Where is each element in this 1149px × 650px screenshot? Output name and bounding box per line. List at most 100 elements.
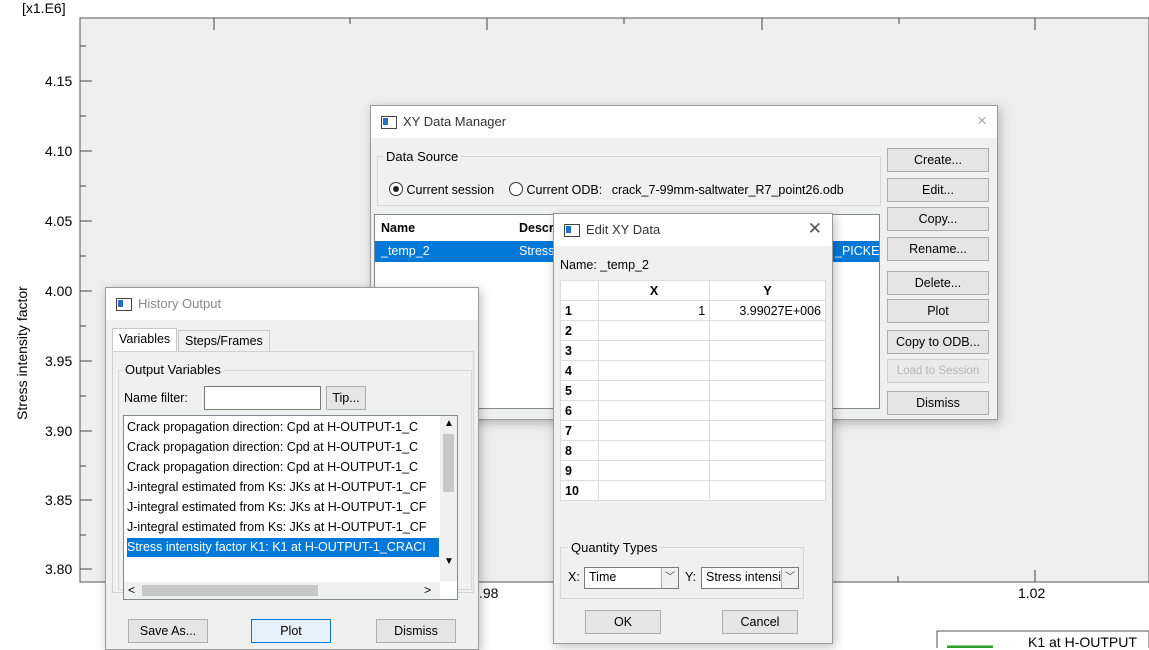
rename-button[interactable]: Rename... xyxy=(887,237,989,261)
list-item-selected[interactable]: Stress intensity factor K1: K1 at H-OUTP… xyxy=(127,538,439,557)
row-name: _temp_2 xyxy=(381,244,430,258)
edit-xy-data-titlebar[interactable]: Edit XY Data ✕ xyxy=(554,214,832,246)
app-window-icon xyxy=(381,116,397,129)
vertical-scrollbar[interactable]: ▲ ▼ xyxy=(440,416,457,581)
table-row[interactable]: 6 xyxy=(560,400,826,421)
x-cell[interactable] xyxy=(597,440,711,461)
x-cell[interactable] xyxy=(597,400,711,421)
scroll-right-icon[interactable]: > xyxy=(424,583,431,597)
table-row[interactable]: 2 xyxy=(560,320,826,341)
list-item[interactable]: J-integral estimated from Ks: JKs at H-O… xyxy=(127,518,439,537)
x-cell[interactable] xyxy=(597,380,711,401)
x-type-select[interactable]: Time ﹀ xyxy=(584,567,679,589)
tip-button[interactable]: Tip... xyxy=(326,386,366,410)
scroll-up-icon[interactable]: ▲ xyxy=(444,418,454,429)
row-header[interactable]: 10 xyxy=(560,480,599,501)
table-row[interactable]: 8 xyxy=(560,440,826,461)
dismiss-button[interactable]: Dismiss xyxy=(376,619,456,643)
delete-button[interactable]: Delete... xyxy=(887,271,989,295)
y-type-select[interactable]: Stress intensi ﹀ xyxy=(701,567,799,589)
y-cell[interactable] xyxy=(709,420,826,441)
column-header-y[interactable]: Y xyxy=(709,280,826,301)
table-row[interactable]: 9 xyxy=(560,460,826,481)
table-row[interactable]: 10 xyxy=(560,480,826,501)
tab-variables[interactable]: Variables xyxy=(112,328,178,352)
y-cell[interactable] xyxy=(709,440,826,461)
app-window-icon xyxy=(564,224,580,237)
xy-data-table[interactable]: X Y 1 1 3.99027E+006 2 3 4 5 6 7 8 9 10 xyxy=(560,280,826,501)
x-cell[interactable] xyxy=(597,420,711,441)
dismiss-button[interactable]: Dismiss xyxy=(887,391,989,415)
list-item[interactable]: Crack propagation direction: Cpd at H-OU… xyxy=(127,438,439,457)
y-cell[interactable] xyxy=(709,340,826,361)
close-icon[interactable]: ✕ xyxy=(808,219,822,239)
chevron-down-icon[interactable]: ﹀ xyxy=(781,568,798,588)
row-header[interactable]: 8 xyxy=(560,440,599,461)
chevron-down-icon[interactable]: ﹀ xyxy=(661,568,678,588)
table-row[interactable]: 3 xyxy=(560,340,826,361)
x-cell[interactable] xyxy=(597,340,711,361)
copy-to-odb-button[interactable]: Copy to ODB... xyxy=(887,330,989,354)
row-header[interactable]: 3 xyxy=(560,340,599,361)
y-type-value: Stress intensi xyxy=(706,570,782,584)
x-tick-label: 1.02 xyxy=(1018,585,1045,601)
ok-button[interactable]: OK xyxy=(585,610,661,634)
y-cell[interactable] xyxy=(709,320,826,341)
xy-data-manager-titlebar[interactable]: XY Data Manager × xyxy=(371,106,997,138)
scroll-left-icon[interactable]: < xyxy=(128,583,135,597)
table-row[interactable]: 5 xyxy=(560,380,826,401)
row-header[interactable]: 4 xyxy=(560,360,599,381)
table-row[interactable]: 4 xyxy=(560,360,826,381)
y-cell[interactable] xyxy=(709,380,826,401)
x-cell[interactable] xyxy=(597,480,711,501)
history-output-titlebar[interactable]: History Output xyxy=(106,288,478,320)
table-row[interactable]: 1 1 3.99027E+006 xyxy=(560,300,826,321)
row-header[interactable]: 1 xyxy=(560,300,599,321)
list-item[interactable]: Crack propagation direction: Cpd at H-OU… xyxy=(127,418,439,437)
radio-current-odb[interactable]: Current ODB: crack_7-99mm-saltwater_R7_p… xyxy=(509,182,844,197)
radio-label: Current ODB: xyxy=(526,183,603,197)
y-tick-label: 3.85 xyxy=(45,492,72,508)
scrollbar-thumb[interactable] xyxy=(443,434,454,492)
copy-button[interactable]: Copy... xyxy=(887,207,989,231)
quantity-types-label: Quantity Types xyxy=(568,540,661,555)
y-cell[interactable] xyxy=(709,460,826,481)
x-cell[interactable] xyxy=(597,360,711,381)
radio-label: Current session xyxy=(406,183,495,197)
column-header-name[interactable]: Name xyxy=(381,221,415,235)
x-cell[interactable]: 1 xyxy=(597,300,711,321)
scroll-down-icon[interactable]: ▼ xyxy=(444,556,454,567)
table-row[interactable]: 7 xyxy=(560,420,826,441)
column-header-x[interactable]: X xyxy=(597,280,711,301)
list-item[interactable]: J-integral estimated from Ks: JKs at H-O… xyxy=(127,478,439,497)
radio-current-session[interactable]: Current session xyxy=(389,182,494,197)
row-header[interactable]: 6 xyxy=(560,400,599,421)
create-button[interactable]: Create... xyxy=(887,148,989,172)
y-cell[interactable] xyxy=(709,360,826,381)
horizontal-scrollbar[interactable]: < > xyxy=(124,582,440,599)
row-header[interactable]: 2 xyxy=(560,320,599,341)
row-header[interactable]: 5 xyxy=(560,380,599,401)
list-item[interactable]: Crack propagation direction: Cpd at H-OU… xyxy=(127,458,439,477)
edit-button[interactable]: Edit... xyxy=(887,178,989,202)
scrollbar-thumb[interactable] xyxy=(142,585,318,596)
y-cell[interactable] xyxy=(709,480,826,501)
y-cell[interactable] xyxy=(709,400,826,421)
list-item[interactable]: J-integral estimated from Ks: JKs at H-O… xyxy=(127,498,439,517)
plot-button[interactable]: Plot xyxy=(251,619,331,643)
column-header-description[interactable]: Descr xyxy=(519,221,554,235)
name-filter-input[interactable] xyxy=(204,386,321,410)
output-variables-label: Output Variables xyxy=(122,362,224,377)
save-as-button[interactable]: Save As... xyxy=(128,619,208,643)
row-header[interactable]: 9 xyxy=(560,460,599,481)
output-variables-list[interactable]: Crack propagation direction: Cpd at H-OU… xyxy=(123,415,458,600)
tab-steps-frames[interactable]: Steps/Frames xyxy=(178,330,270,352)
window-title: XY Data Manager xyxy=(403,114,507,129)
close-icon[interactable]: × xyxy=(977,111,987,131)
x-cell[interactable] xyxy=(597,460,711,481)
x-cell[interactable] xyxy=(597,320,711,341)
plot-button[interactable]: Plot xyxy=(887,299,989,323)
cancel-button[interactable]: Cancel xyxy=(722,610,798,634)
y-cell[interactable]: 3.99027E+006 xyxy=(709,300,826,321)
row-header[interactable]: 7 xyxy=(560,420,599,441)
